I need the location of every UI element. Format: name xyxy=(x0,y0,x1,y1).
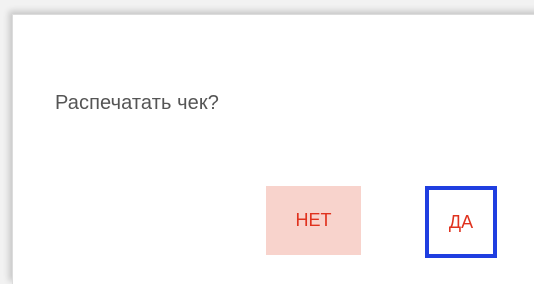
dialog-message: Распечатать чек? xyxy=(55,92,219,114)
no-button[interactable]: НЕТ xyxy=(266,186,361,255)
confirm-dialog: Распечатать чек? НЕТ ДА xyxy=(12,14,534,284)
yes-button[interactable]: ДА xyxy=(425,186,497,258)
